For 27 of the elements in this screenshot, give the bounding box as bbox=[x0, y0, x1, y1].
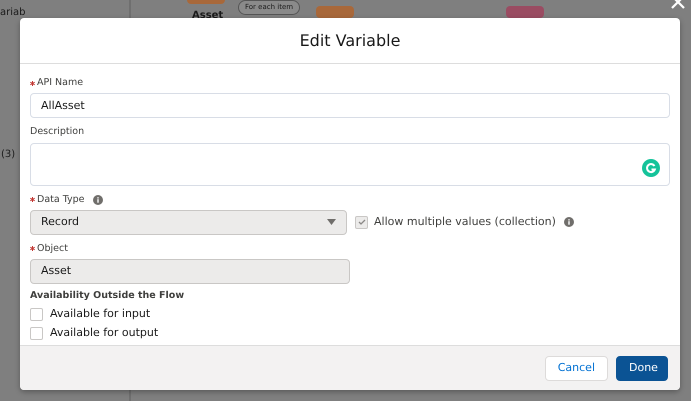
checkbox[interactable] bbox=[30, 326, 43, 340]
checkbox[interactable] bbox=[30, 308, 43, 321]
section-heading: Availability Outside the Flow bbox=[30, 289, 184, 303]
field-label: API Name bbox=[37, 76, 84, 90]
dialog-title: Edit Variable bbox=[20, 18, 680, 64]
field-label: Data Type bbox=[37, 192, 85, 206]
checkbox-label: Available for output bbox=[50, 324, 158, 341]
field-label: Description bbox=[30, 125, 84, 140]
caret-icon bbox=[327, 219, 336, 226]
done-button[interactable]: Done bbox=[616, 356, 668, 380]
required-icon bbox=[30, 197, 35, 202]
cancel-button[interactable]: Cancel bbox=[544, 356, 608, 380]
sidebar-label: ariab bbox=[0, 6, 26, 20]
node-block bbox=[316, 6, 354, 18]
check-icon bbox=[358, 219, 366, 226]
info-icon bbox=[92, 194, 103, 205]
info-icon bbox=[564, 217, 574, 228]
sidebar-label: (3) bbox=[1, 148, 16, 162]
required-icon bbox=[30, 80, 35, 86]
grammar-icon[interactable] bbox=[642, 158, 660, 176]
required-icon bbox=[30, 246, 35, 252]
node-block bbox=[506, 6, 544, 18]
field-label: Object bbox=[37, 242, 68, 256]
checkbox-label: Allow multiple values (collection) bbox=[374, 214, 556, 230]
text-input[interactable]: AllAsset bbox=[30, 93, 670, 118]
textarea-field[interactable] bbox=[30, 142, 670, 186]
checkbox-label: Available for input bbox=[50, 306, 150, 322]
